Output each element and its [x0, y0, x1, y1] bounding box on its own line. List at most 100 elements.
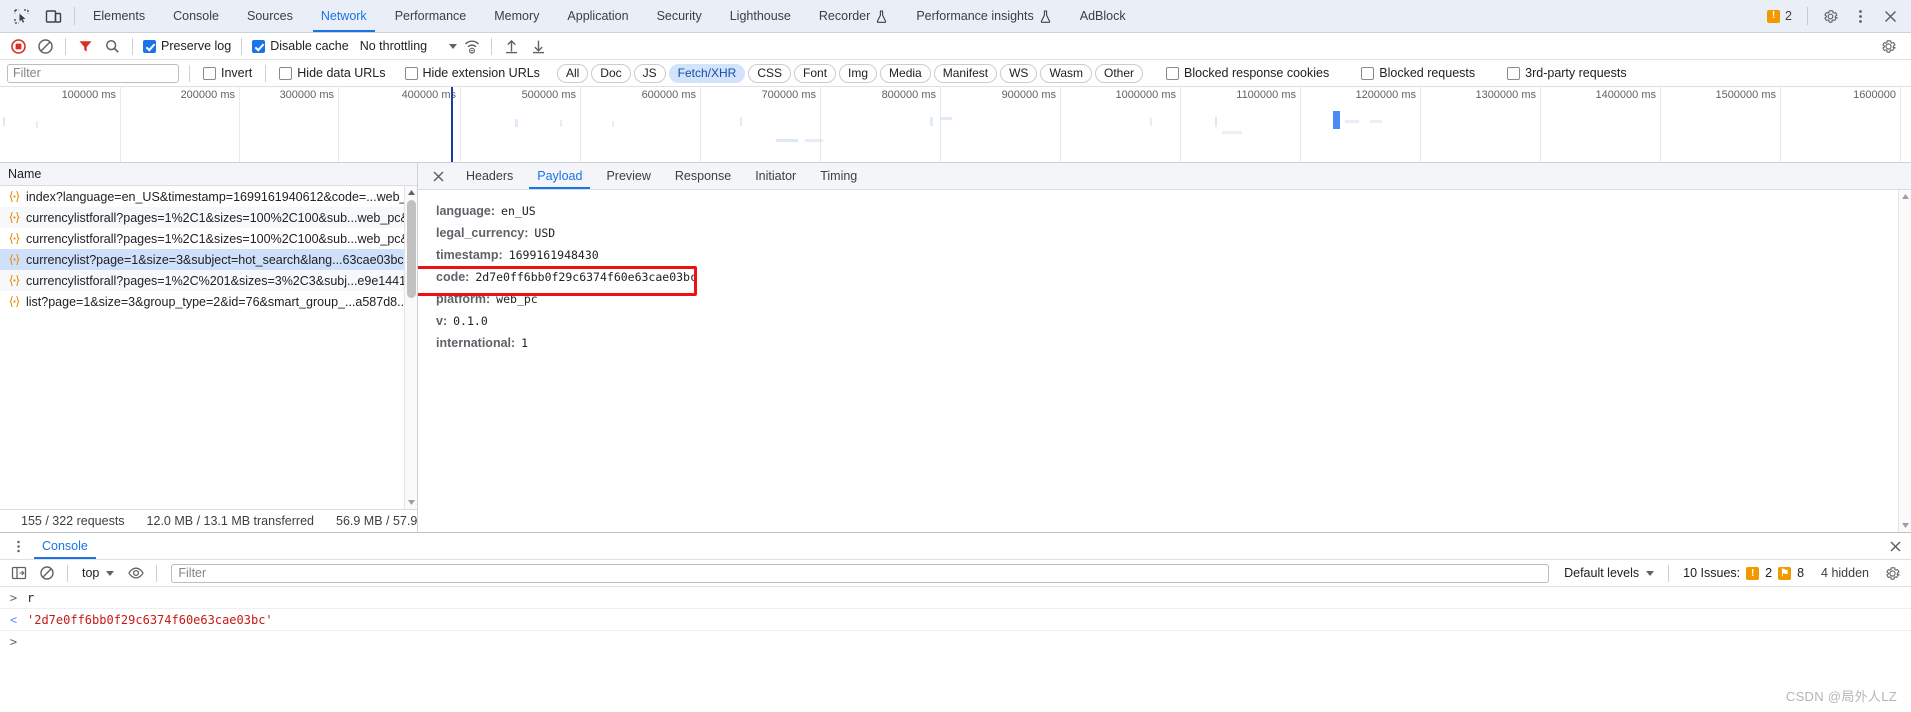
network-conditions-icon[interactable] [459, 35, 484, 58]
detail-tab-preview[interactable]: Preview [594, 163, 662, 189]
payload-scrollbar[interactable] [1898, 190, 1911, 532]
type-pill-all[interactable]: All [556, 63, 589, 83]
console-issues-summary[interactable]: 10 Issues: ! 2 ⚑ 8 [1677, 566, 1810, 580]
scroll-thumb[interactable] [407, 200, 416, 298]
scroll-up-arrow[interactable] [405, 186, 418, 199]
console-levels-dropdown[interactable]: Default levels [1558, 566, 1660, 580]
third-party-requests-checkbox[interactable]: 3rd-party requests [1504, 66, 1629, 80]
request-list[interactable]: index?language=en_US&timestamp=169916194… [0, 186, 417, 509]
tab-performance-insights[interactable]: Performance insights [902, 0, 1065, 32]
tab-memory[interactable]: Memory [480, 0, 553, 32]
tab-performance[interactable]: Performance [381, 0, 481, 32]
type-pill-manifest[interactable]: Manifest [933, 63, 998, 83]
detail-tab-initiator[interactable]: Initiator [743, 163, 808, 189]
close-drawer-icon[interactable] [1879, 533, 1911, 559]
table-row[interactable]: list?page=1&size=3&group_type=2&id=76&sm… [0, 291, 417, 312]
warning-badge[interactable]: ! 2 [1761, 9, 1798, 23]
tab-label: Console [173, 9, 219, 23]
request-list-scrollbar[interactable] [404, 186, 417, 509]
tab-recorder[interactable]: Recorder [805, 0, 902, 32]
gear-icon[interactable] [1880, 562, 1905, 585]
table-row[interactable]: currencylistforall?pages=1%2C1&sizes=100… [0, 207, 417, 228]
table-row[interactable]: currencylist?page=1&size=3&subject=hot_s… [0, 249, 417, 270]
search-icon[interactable] [100, 35, 125, 58]
type-pill-doc[interactable]: Doc [591, 63, 631, 83]
console-context-selector[interactable]: top [76, 566, 120, 580]
gear-icon[interactable] [1817, 3, 1843, 29]
detail-tab-response[interactable]: Response [663, 163, 743, 189]
filter-divider [189, 64, 190, 82]
console-output[interactable]: > r < '2d7e0ff6bb0f29c6374f60e63cae03bc'… [0, 587, 1911, 712]
drawer-tab-console[interactable]: Console [30, 533, 100, 559]
table-row[interactable]: currencylistforall?pages=1%2C%201&sizes=… [0, 270, 417, 291]
type-pill-img[interactable]: Img [839, 63, 878, 83]
detail-tab-payload[interactable]: Payload [525, 163, 594, 189]
more-vertical-icon[interactable] [6, 533, 30, 559]
blocked-response-cookies-checkbox[interactable]: Blocked response cookies [1163, 66, 1332, 80]
detail-tab-headers[interactable]: Headers [454, 163, 525, 189]
payload-row-code: code: 2d7e0ff6bb0f29c6374f60e63cae03bc [436, 266, 1911, 288]
tab-label: Response [674, 169, 732, 183]
overview-tick-label: 1200000 ms [1355, 89, 1416, 101]
record-stop-icon[interactable] [6, 35, 31, 58]
detail-tab-timing[interactable]: Timing [808, 163, 869, 189]
invert-checkbox[interactable]: Invert [200, 66, 255, 80]
type-pill-css[interactable]: CSS [748, 63, 792, 83]
table-row[interactable]: currencylistforall?pages=1%2C1&sizes=100… [0, 228, 417, 249]
import-har-icon[interactable] [499, 35, 524, 58]
payload-value: 0.1.0 [453, 314, 488, 328]
close-detail-icon[interactable] [422, 163, 454, 189]
console-sidebar-icon[interactable] [6, 562, 31, 585]
type-pill-js[interactable]: JS [633, 63, 666, 83]
type-pill-fetch-xhr[interactable]: Fetch/XHR [668, 63, 746, 83]
type-pill-other[interactable]: Other [1095, 63, 1144, 83]
type-pill-media[interactable]: Media [880, 63, 931, 83]
tab-network[interactable]: Network [307, 0, 381, 32]
device-toolbar-icon[interactable] [42, 5, 64, 27]
column-header-name: Name [8, 167, 42, 181]
hide-data-urls-checkbox[interactable]: Hide data URLs [276, 66, 388, 80]
tab-application[interactable]: Application [553, 0, 642, 32]
live-expression-icon[interactable] [123, 562, 148, 585]
preserve-log-checkbox[interactable]: Preserve log [140, 39, 234, 53]
tab-lighthouse[interactable]: Lighthouse [716, 0, 805, 32]
type-pill-wasm[interactable]: Wasm [1040, 63, 1092, 83]
close-icon[interactable] [1877, 3, 1903, 29]
export-har-icon[interactable] [526, 35, 551, 58]
console-prompt[interactable]: > [0, 631, 1911, 653]
tab-security[interactable]: Security [643, 0, 716, 32]
overview-tick-label: 1300000 ms [1475, 89, 1536, 101]
network-overview-timeline[interactable]: 100000 ms 200000 ms 300000 ms 400000 ms … [0, 87, 1911, 163]
console-line-output[interactable]: < '2d7e0ff6bb0f29c6374f60e63cae03bc' [0, 609, 1911, 631]
table-row[interactable]: index?language=en_US&timestamp=169916194… [0, 186, 417, 207]
request-list-header[interactable]: Name [0, 163, 417, 186]
gear-icon[interactable] [1875, 33, 1901, 59]
network-filter-input[interactable] [7, 63, 179, 83]
type-pill-font[interactable]: Font [794, 63, 837, 83]
checkbox-box [279, 66, 293, 80]
disable-cache-checkbox[interactable]: Disable cache [249, 39, 352, 53]
console-line-input[interactable]: > r [0, 587, 1911, 609]
type-pill-ws[interactable]: WS [1000, 63, 1038, 83]
checkbox-box [1166, 66, 1180, 80]
scroll-up-arrow[interactable] [1899, 190, 1911, 203]
console-hidden-count[interactable]: 4 hidden [1813, 566, 1877, 580]
throttling-dropdown[interactable]: No throttling [354, 39, 458, 53]
scroll-down-arrow[interactable] [1899, 519, 1911, 532]
tab-adblock[interactable]: AdBlock [1066, 0, 1140, 32]
hide-extension-urls-checkbox[interactable]: Hide extension URLs [402, 66, 543, 80]
console-filter-input[interactable] [171, 563, 1550, 583]
tab-console[interactable]: Console [159, 0, 233, 32]
blocked-requests-checkbox[interactable]: Blocked requests [1358, 66, 1478, 80]
scroll-down-arrow[interactable] [405, 496, 418, 509]
tab-sources[interactable]: Sources [233, 0, 307, 32]
console-text: '2d7e0ff6bb0f29c6374f60e63cae03bc' [27, 612, 273, 627]
more-vertical-icon[interactable] [1847, 3, 1873, 29]
clear-console-icon[interactable] [34, 562, 59, 585]
tab-elements[interactable]: Elements [79, 0, 159, 32]
filter-funnel-icon[interactable] [73, 35, 98, 58]
request-list-pane: Name index?language=en_US&timestamp=1699… [0, 163, 440, 532]
clear-icon[interactable] [33, 35, 58, 58]
inspect-element-icon[interactable] [10, 5, 32, 27]
chevron-down-icon [1646, 570, 1655, 576]
